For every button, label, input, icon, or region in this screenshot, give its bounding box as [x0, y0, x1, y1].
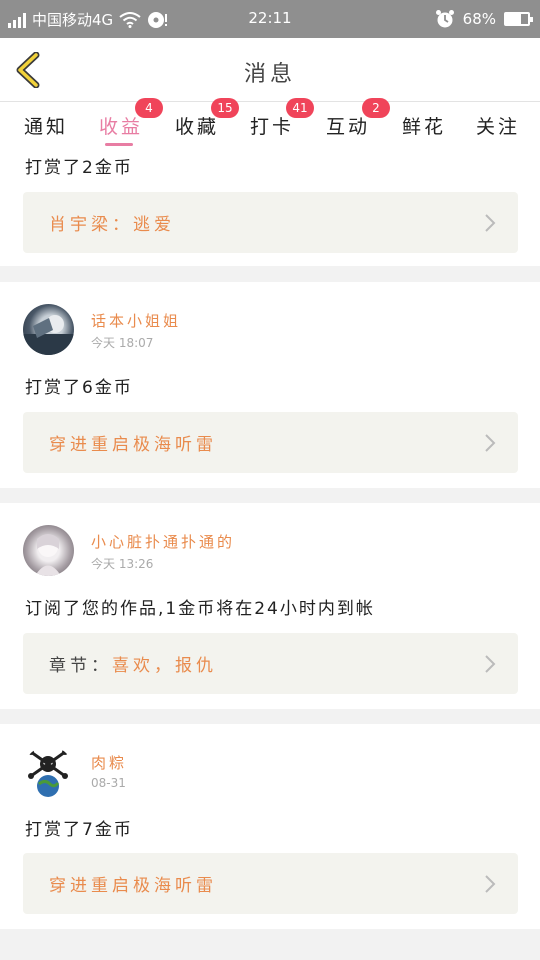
- avatar[interactable]: [23, 746, 74, 797]
- ref-title: 穿进重启极海听雷: [49, 435, 217, 455]
- user-name[interactable]: 肉粽: [91, 752, 127, 773]
- tab-label: 收藏: [175, 116, 220, 138]
- tab-label: 收益: [99, 116, 144, 138]
- tab-badge: 4: [135, 98, 163, 118]
- tab-checkin[interactable]: 打卡 41: [250, 98, 314, 139]
- tab-label: 鲜花: [402, 116, 447, 138]
- work-link[interactable]: 穿进重启极海听雷: [23, 853, 518, 914]
- ref-prefix: 章节：: [49, 656, 112, 676]
- user-name[interactable]: 话本小姐姐: [91, 310, 181, 331]
- tab-label: 通知: [24, 116, 69, 138]
- tab-flowers[interactable]: 鲜花: [402, 112, 446, 139]
- status-right: 68%: [435, 9, 533, 29]
- tab-notifications[interactable]: 通知: [24, 112, 68, 139]
- tab-interaction[interactable]: 互动 2: [326, 98, 390, 139]
- message-card: 小心脏扑通扑通的 今天 13:26 订阅了您的作品,1金币将在24小时内到帐 章…: [0, 503, 540, 709]
- tab-badge: 2: [362, 98, 390, 118]
- user-name[interactable]: 小心脏扑通扑通的: [91, 531, 235, 552]
- avatar[interactable]: [23, 304, 74, 355]
- chevron-right-icon: [485, 434, 496, 452]
- message-text: 打赏了6金币: [25, 378, 133, 398]
- chapter-link[interactable]: 章节：喜欢，报仇: [23, 633, 518, 694]
- message-card: 打赏了2金币 肖宇梁：逃爱: [0, 148, 540, 266]
- work-link[interactable]: 穿进重启极海听雷: [23, 412, 518, 473]
- timestamp: 今天 18:07: [91, 336, 154, 350]
- battery-percent: 68%: [462, 10, 496, 28]
- avatar[interactable]: [23, 525, 74, 576]
- avatar-image: [23, 315, 74, 355]
- status-bar: 中国移动4G 22:11 68%: [0, 0, 540, 38]
- tab-favorites[interactable]: 收藏 15: [175, 98, 239, 139]
- tab-badge: 15: [211, 98, 239, 118]
- tab-earnings[interactable]: 收益 4: [99, 98, 163, 139]
- page-title: 消息: [243, 62, 296, 87]
- ref-title: 肖宇梁：逃爱: [49, 215, 175, 235]
- timestamp: 08-31: [91, 776, 126, 790]
- chevron-right-icon: [485, 655, 496, 673]
- ref-title: 穿进重启极海听雷: [49, 876, 217, 896]
- timestamp: 今天 13:26: [91, 557, 154, 571]
- message-text: 打赏了2金币: [25, 158, 133, 178]
- tab-label: 互动: [326, 116, 371, 138]
- work-link[interactable]: 肖宇梁：逃爱: [23, 192, 518, 253]
- tab-follows[interactable]: 关注: [476, 112, 520, 139]
- chevron-right-icon: [485, 214, 496, 232]
- active-tab-indicator: [105, 143, 133, 146]
- tab-bar: 通知 收益 4 收藏 15 打卡 41 互动 2 鲜花 关注: [0, 98, 540, 148]
- avatar-image: [35, 534, 61, 576]
- header: 消息: [0, 38, 540, 102]
- message-text: 打赏了7金币: [25, 820, 133, 840]
- avatar-image: [28, 749, 68, 797]
- message-card: 肉粽 08-31 打赏了7金币 穿进重启极海听雷: [0, 724, 540, 929]
- tab-label: 打卡: [250, 116, 295, 138]
- message-text: 订阅了您的作品,1金币将在24小时内到帐: [25, 599, 375, 619]
- ref-title: 喜欢，报仇: [112, 656, 217, 676]
- message-card: 话本小姐姐 今天 18:07 打赏了6金币 穿进重启极海听雷: [0, 282, 540, 488]
- chevron-right-icon: [485, 875, 496, 893]
- work-title: 穿进重启极海听雷: [49, 871, 217, 896]
- tab-badge: 41: [286, 98, 314, 118]
- chapter-title: 章节：喜欢，报仇: [49, 651, 217, 676]
- alarm-icon: [435, 10, 454, 28]
- battery-icon: [504, 12, 533, 26]
- work-title: 肖宇梁：逃爱: [49, 210, 175, 235]
- tab-label: 关注: [476, 116, 521, 138]
- work-title: 穿进重启极海听雷: [49, 430, 217, 455]
